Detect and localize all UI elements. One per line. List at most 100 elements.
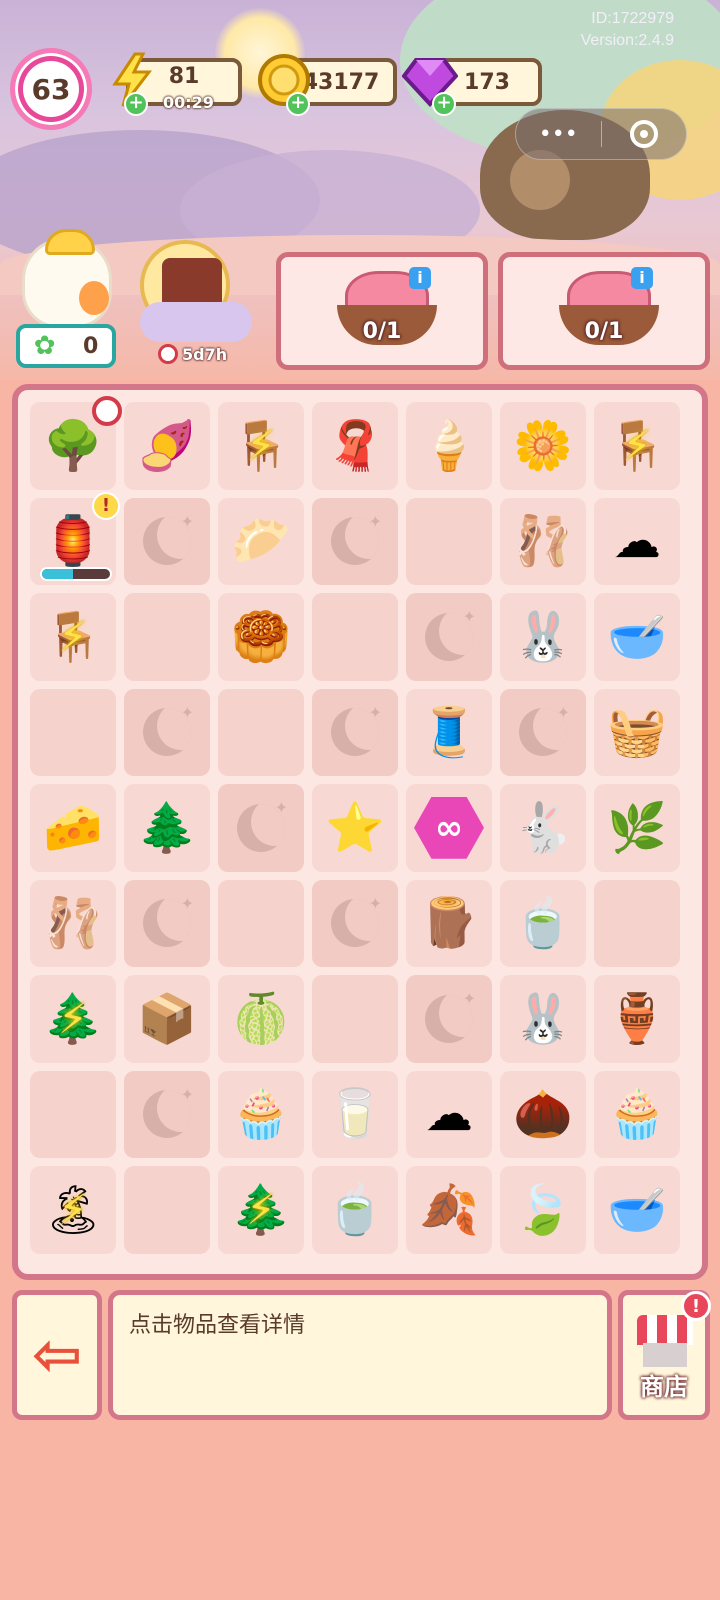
add-coins-button[interactable]: + xyxy=(286,92,310,116)
board-cell[interactable]: 🐰 xyxy=(500,975,586,1063)
board-cell[interactable] xyxy=(30,1070,116,1158)
board-cell[interactable]: 🪑 ⚡ xyxy=(594,402,680,490)
board-cell[interactable]: 🥣 xyxy=(594,593,680,681)
board-cell[interactable]: 🩰 xyxy=(30,879,116,967)
board-cell[interactable]: 🍦 xyxy=(406,402,492,490)
board-cell[interactable]: ✦ xyxy=(312,688,398,776)
board-cell[interactable]: 🏺 xyxy=(594,975,680,1063)
jade-bowl-icon: 🥣 xyxy=(607,1181,667,1238)
order-progress: 0/1 xyxy=(362,319,402,344)
board-cell[interactable]: 🪵 xyxy=(406,879,492,967)
board-cell[interactable]: ∞ xyxy=(406,784,492,872)
board-cell[interactable]: ✦ xyxy=(218,784,304,872)
board-cell[interactable]: 🌲 ⚡ xyxy=(218,1166,304,1254)
board-cell[interactable]: ✦ xyxy=(124,1070,210,1158)
board-cell[interactable]: 🥮 xyxy=(218,593,304,681)
duck-worker-character[interactable] xyxy=(22,229,112,328)
board-cell[interactable] xyxy=(594,879,680,967)
cooldown-clock-icon xyxy=(92,396,122,426)
add-gems-button[interactable]: + xyxy=(432,92,456,116)
level-number: 63 xyxy=(23,61,79,117)
board-cell[interactable]: 🧺 xyxy=(594,688,680,776)
star-chest-icon: 📦 xyxy=(137,990,197,1047)
board-cell[interactable]: 🪑 ⚡ xyxy=(30,593,116,681)
rabbit-cook-icon: 🐰 xyxy=(513,608,573,665)
rabbit-baker-icon: 🐇 xyxy=(513,799,573,856)
green-cake-icon: 🍈 xyxy=(231,990,291,1047)
board-cell[interactable] xyxy=(218,688,304,776)
order-card-2[interactable]: i 0/1 xyxy=(498,252,710,370)
board-cell[interactable]: 🏝 ⚡ xyxy=(30,1166,116,1254)
board-cell[interactable] xyxy=(312,593,398,681)
board-cell[interactable]: 🌲 xyxy=(124,784,210,872)
board-cell[interactable]: ✦ xyxy=(500,688,586,776)
board-cell[interactable]: 🐇 xyxy=(500,784,586,872)
board-cell[interactable]: ✦ xyxy=(124,688,210,776)
event-timer-text: 5d7h xyxy=(182,344,228,364)
board-cell[interactable]: 🌼 xyxy=(500,402,586,490)
board-cell[interactable]: 🍵 xyxy=(500,879,586,967)
board-cell[interactable]: ✦ xyxy=(124,497,210,585)
add-energy-button[interactable]: + xyxy=(124,92,148,116)
info-button[interactable]: i xyxy=(631,267,653,289)
board-cell[interactable]: 🍂 xyxy=(406,1166,492,1254)
board-cell[interactable]: 🧁 xyxy=(218,1070,304,1158)
order-card-1[interactable]: i 0/1 xyxy=(276,252,488,370)
board-cell[interactable]: 🐰 xyxy=(500,593,586,681)
board-cell[interactable]: 🌳 xyxy=(30,396,122,490)
sparkle-icon: ✦ xyxy=(180,1084,194,1104)
version-label: Version:2.4.9 xyxy=(580,32,674,49)
more-dots-icon: ••• xyxy=(538,121,578,147)
miniprogram-capsule: ••• xyxy=(515,108,687,160)
board-cell[interactable]: 🌿 xyxy=(594,784,680,872)
board-cell[interactable]: 🥣 xyxy=(594,1166,680,1254)
board-cell[interactable]: 📦 xyxy=(124,975,210,1063)
board-cell[interactable]: 🍃 xyxy=(500,1166,586,1254)
board-cell[interactable]: 🍵 xyxy=(312,1166,398,1254)
board-cell[interactable] xyxy=(406,497,492,585)
board-cell[interactable]: ✦ xyxy=(406,975,492,1063)
board-cell[interactable]: 🏮! xyxy=(30,491,120,585)
board-cell[interactable]: 🍠 xyxy=(124,402,210,490)
board-cell[interactable]: ✦ xyxy=(312,879,398,967)
board-cell[interactable]: 🧵 xyxy=(406,688,492,776)
board-cell[interactable] xyxy=(30,688,116,776)
board-grid: 🌳 🍠 🪑 ⚡ 🧣 🍦 🌼 🪑 ⚡ 🏮! ✦ 🥟 ✦ 🩰 ☁ 🪑 ⚡ 🥮 ✦ 🐰 🥣 ✦ ✦ 🧵 ✦ 🧺 🧀 🌲 ✦ ⭐ ∞ 🐇 🌿 🩰 ✦ ✦ 🪵 🍵 🌲… xyxy=(26,396,684,1258)
build-progress-bar xyxy=(40,567,112,581)
board-cell[interactable]: ☁ xyxy=(406,1070,492,1158)
taro-cake-icon: 🍠 xyxy=(137,417,197,474)
board-cell[interactable] xyxy=(124,1166,210,1254)
event-timer: 5d7h xyxy=(158,344,227,364)
moon-festival-event-button[interactable] xyxy=(140,240,252,350)
board-cell[interactable]: ✦ xyxy=(406,593,492,681)
board-cell[interactable] xyxy=(124,593,210,681)
board-cell[interactable]: 🧁 xyxy=(594,1070,680,1158)
board-cell[interactable]: 🥛 xyxy=(312,1070,398,1158)
white-cloud-icon: ☁ xyxy=(425,1086,473,1143)
board-cell[interactable]: 🩰 xyxy=(500,497,586,585)
board-cell[interactable]: 🧣 xyxy=(312,402,398,490)
shop-button[interactable]: 商店 ! xyxy=(618,1290,711,1420)
exit-button[interactable]: ⇦ xyxy=(12,1290,102,1420)
board-cell[interactable]: 🪑 ⚡ xyxy=(218,402,304,490)
board-cell[interactable]: ✦ xyxy=(124,879,210,967)
board-cell[interactable]: 🌲 ⚡ xyxy=(30,975,116,1063)
white-cloud-icon: ☁ xyxy=(613,513,661,570)
board-cell[interactable]: 🌰 xyxy=(500,1070,586,1158)
board-cell[interactable] xyxy=(218,879,304,967)
red-pavilion-icon: 🏮 xyxy=(43,513,103,570)
version-info: ID:1722979 Version:2.4.9 xyxy=(581,8,674,52)
exit-door-icon: ⇦ xyxy=(31,1320,83,1390)
close-miniprogram-button[interactable] xyxy=(602,120,687,148)
board-cell[interactable]: 🍈 xyxy=(218,975,304,1063)
gem-value: 173 xyxy=(464,69,510,95)
board-cell[interactable]: ☁ xyxy=(594,497,680,585)
board-cell[interactable]: 🥟 xyxy=(218,497,304,585)
more-menu-button[interactable]: ••• xyxy=(516,122,601,147)
level-badge[interactable]: 63 xyxy=(10,48,92,130)
board-cell[interactable]: ⭐ xyxy=(312,784,398,872)
board-cell[interactable]: 🧀 xyxy=(30,784,116,872)
info-button[interactable]: i xyxy=(409,267,431,289)
board-cell[interactable]: ✦ xyxy=(312,497,398,585)
board-cell[interactable] xyxy=(312,975,398,1063)
